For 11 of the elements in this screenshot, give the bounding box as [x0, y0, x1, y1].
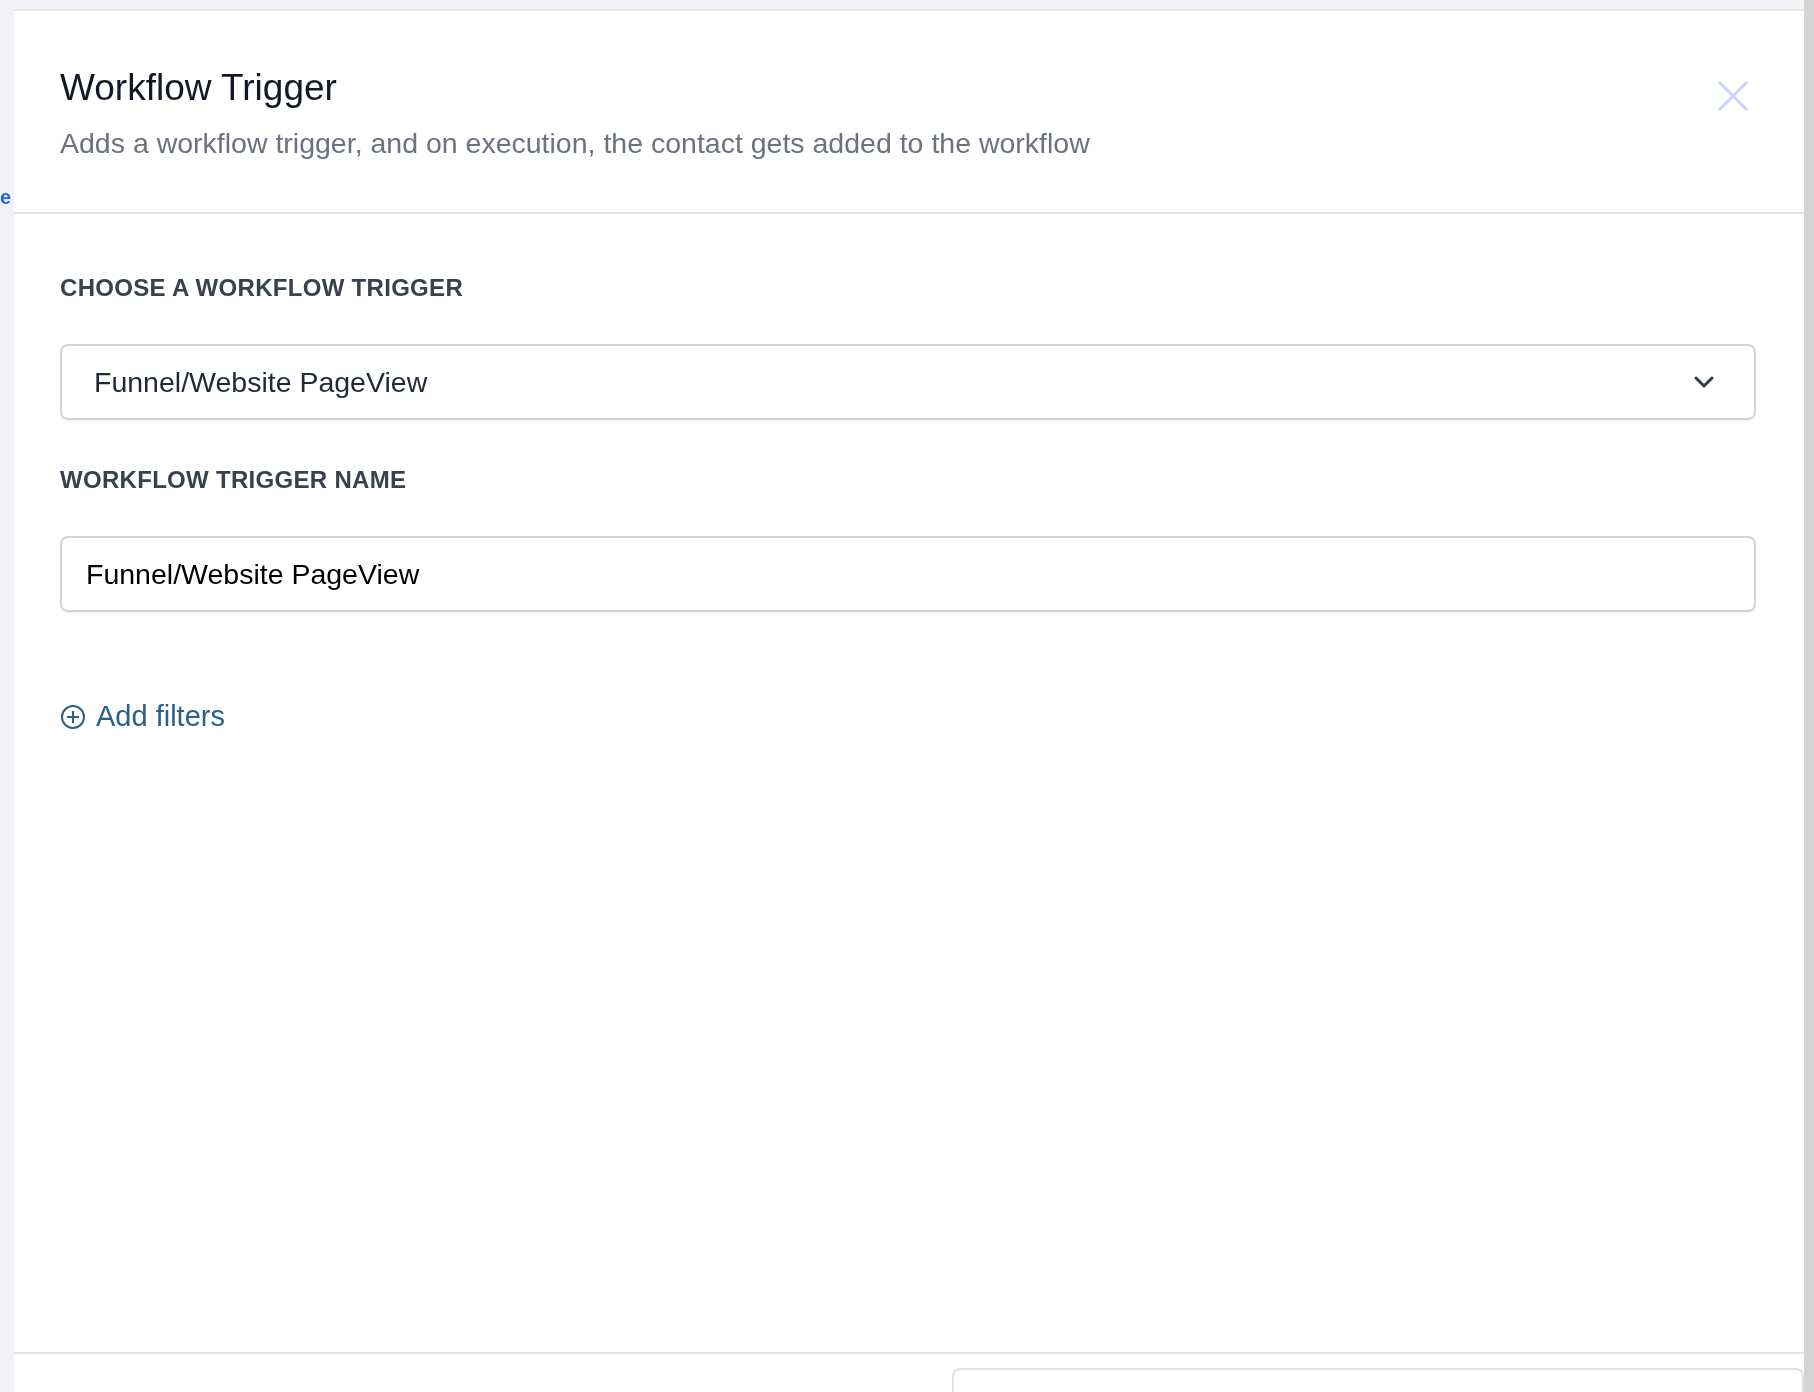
trigger-select[interactable]: Funnel/Website PageView [60, 344, 1756, 420]
panel-subtitle: Adds a workflow trigger, and on execution, the contact gets added to the workflow [60, 127, 1090, 160]
add-filters-link[interactable]: Add filters [60, 700, 225, 733]
field-label: WORKFLOW TRIGGER NAME [60, 466, 408, 494]
field-label: CHOOSE A WORKFLOW TRIGGER [60, 274, 465, 302]
trigger-name-input[interactable]: Funnel/Website PageView [60, 536, 1756, 612]
close-icon[interactable] [1718, 81, 1748, 111]
canvas-text: e [0, 186, 12, 209]
plus-circle-icon [60, 703, 86, 730]
chevron-down-icon [1694, 376, 1714, 388]
panel-title: Workflow Trigger [60, 67, 338, 109]
